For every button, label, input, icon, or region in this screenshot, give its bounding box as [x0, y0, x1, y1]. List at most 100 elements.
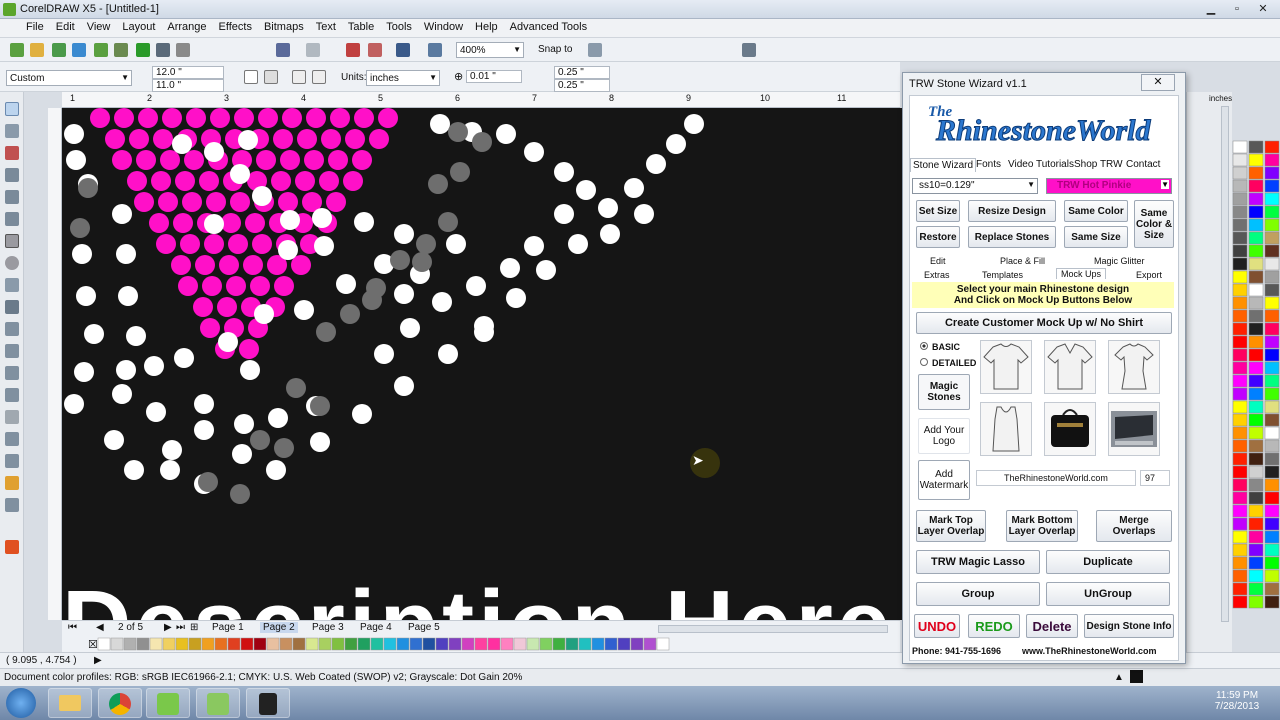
palette-swatch[interactable]	[1248, 322, 1264, 336]
white-stone[interactable]	[146, 402, 166, 422]
womens-tshirt-mockup[interactable]	[1108, 340, 1160, 394]
merge-overlaps-button[interactable]: Merge Overlaps	[1096, 510, 1172, 542]
zoom-tool-icon[interactable]	[5, 168, 19, 182]
palette-swatch[interactable]	[1264, 504, 1280, 518]
palette-swatch[interactable]	[1232, 244, 1248, 258]
pink-stone[interactable]	[175, 171, 195, 191]
watermark-text-input[interactable]: TheRhinestoneWorld.com	[976, 470, 1136, 486]
white-stone[interactable]	[312, 208, 332, 228]
tab-magic-glitter[interactable]: Magic Glitter	[1094, 256, 1145, 266]
palette-swatch[interactable]	[1264, 556, 1280, 570]
nudge-distance-input[interactable]: 0.01 "	[466, 70, 522, 83]
menu-tools[interactable]: Tools	[380, 19, 418, 33]
white-stone[interactable]	[600, 224, 620, 244]
new-document-icon[interactable]	[10, 43, 24, 57]
palette-swatch[interactable]	[1248, 140, 1264, 154]
pink-stone[interactable]	[199, 171, 219, 191]
pink-stone[interactable]	[184, 150, 204, 170]
white-stone[interactable]	[684, 114, 704, 134]
current-page-icon[interactable]	[312, 70, 326, 84]
pink-stone[interactable]	[297, 129, 317, 149]
pink-stone[interactable]	[250, 276, 270, 296]
white-stone[interactable]	[118, 286, 138, 306]
color-swatch[interactable]	[123, 637, 137, 651]
color-swatch[interactable]	[110, 637, 124, 651]
white-stone[interactable]	[568, 234, 588, 254]
create-mockup-button[interactable]: Create Customer Mock Up w/ No Shirt	[916, 312, 1172, 334]
tab-edit[interactable]: Edit	[930, 256, 946, 266]
palette-swatch[interactable]	[1264, 257, 1280, 271]
duplicate-y-input[interactable]: 0.25 "	[554, 79, 610, 92]
gray-stone[interactable]	[230, 484, 250, 504]
pink-stone[interactable]	[219, 255, 239, 275]
color-swatch[interactable]	[383, 637, 397, 651]
pick-tool-icon[interactable]	[5, 102, 19, 116]
palette-swatch[interactable]	[1232, 517, 1248, 531]
color-swatch[interactable]	[513, 637, 527, 651]
palette-swatch[interactable]	[1264, 296, 1280, 310]
white-stone[interactable]	[66, 150, 86, 170]
system-clock[interactable]: 11:59 PM 7/28/2013	[1214, 690, 1260, 712]
palette-swatch[interactable]	[1248, 296, 1264, 310]
color-swatch[interactable]	[565, 637, 579, 651]
export-icon[interactable]	[72, 43, 86, 57]
radio-detailed[interactable]	[920, 358, 928, 366]
color-swatch[interactable]	[539, 637, 553, 651]
color-swatch[interactable]	[435, 637, 449, 651]
gray-stone[interactable]	[450, 162, 470, 182]
white-stone[interactable]	[496, 124, 516, 144]
corel-capture-taskbar-icon[interactable]	[196, 688, 240, 718]
palette-swatch[interactable]	[1232, 374, 1248, 388]
palette-swatch[interactable]	[1264, 153, 1280, 167]
white-stone[interactable]	[112, 204, 132, 224]
palette-swatch[interactable]	[1232, 582, 1248, 596]
color-swatch[interactable]	[305, 637, 319, 651]
horizontal-scrollbar[interactable]	[658, 625, 888, 633]
palette-swatch[interactable]	[1248, 491, 1264, 505]
pink-stone[interactable]	[127, 171, 147, 191]
pink-stone[interactable]	[160, 150, 180, 170]
pink-stone[interactable]	[274, 276, 294, 296]
white-stone[interactable]	[116, 360, 136, 380]
maximize-button[interactable]: ▫	[1224, 0, 1250, 18]
palette-swatch[interactable]	[1248, 530, 1264, 544]
palette-swatch[interactable]	[1232, 283, 1248, 297]
stone-color-select[interactable]: TRW Hot Pinkie ▼	[1046, 178, 1172, 194]
palette-swatch[interactable]	[1264, 179, 1280, 193]
no-color-swatch[interactable]: ☒	[88, 639, 98, 651]
color-swatch[interactable]	[448, 637, 462, 651]
color-swatch[interactable]	[97, 637, 111, 651]
palette-swatch[interactable]	[1264, 205, 1280, 219]
pink-stone[interactable]	[138, 108, 158, 128]
color-swatch[interactable]	[240, 637, 254, 651]
pink-stone[interactable]	[252, 234, 272, 254]
menu-arrange[interactable]: Arrange	[161, 19, 212, 33]
palette-swatch[interactable]	[1232, 140, 1248, 154]
page-tab[interactable]: Page 5	[408, 622, 440, 633]
open-folder-icon[interactable]	[30, 43, 44, 57]
palette-swatch[interactable]	[1264, 140, 1280, 154]
portrait-icon[interactable]	[244, 70, 258, 84]
pink-stone[interactable]	[228, 234, 248, 254]
palette-swatch[interactable]	[1248, 179, 1264, 193]
palette-swatch[interactable]	[1264, 231, 1280, 245]
watermark-opacity-input[interactable]: 97	[1140, 470, 1170, 486]
palette-swatch[interactable]	[1264, 374, 1280, 388]
tab-extras[interactable]: Extras	[924, 270, 950, 280]
gray-stone[interactable]	[274, 438, 294, 458]
publish-pdf-icon[interactable]	[368, 43, 382, 57]
white-stone[interactable]	[598, 198, 618, 218]
stone-size-select[interactable]: ss10=0.129" ▼	[912, 178, 1038, 194]
white-stone[interactable]	[268, 408, 288, 428]
white-stone[interactable]	[238, 130, 258, 150]
palette-swatch[interactable]	[1264, 413, 1280, 427]
palette-swatch[interactable]	[1248, 595, 1264, 609]
color-swatch[interactable]	[136, 637, 150, 651]
pink-stone[interactable]	[136, 150, 156, 170]
palette-swatch[interactable]	[1232, 309, 1248, 323]
white-stone[interactable]	[124, 460, 144, 480]
palette-swatch[interactable]	[1248, 205, 1264, 219]
color-swatch[interactable]	[656, 637, 670, 651]
gray-stone[interactable]	[428, 174, 448, 194]
ungroup-button[interactable]: UnGroup	[1046, 582, 1170, 606]
